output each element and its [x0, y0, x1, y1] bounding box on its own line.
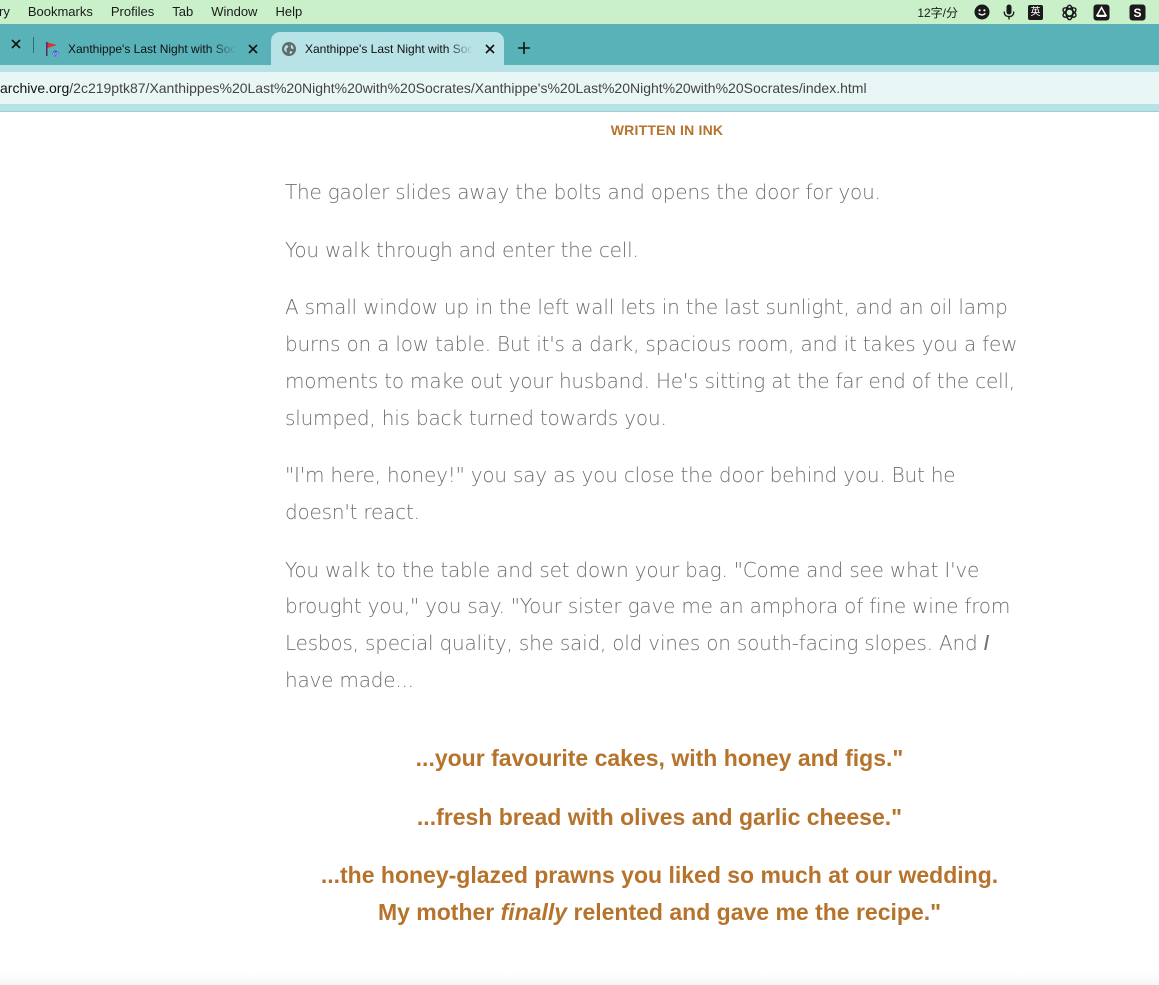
choice-line: ...the honey-glazed prawns you liked so … — [320, 862, 999, 888]
menu-window[interactable]: Window — [202, 0, 266, 24]
choice-prawns-link[interactable]: ...the honey-glazed prawns you liked so … — [285, 857, 1034, 931]
globe-icon — [281, 41, 297, 57]
choice-cakes-link[interactable]: ...your favourite cakes, with honey and … — [285, 740, 1034, 777]
itch-flag-icon: co — [44, 41, 60, 57]
tab-strip: co Xanthippe's Last Night with Socrates … — [0, 24, 1159, 65]
choice-bread-link[interactable]: ...fresh bread with olives and garlic ch… — [285, 799, 1034, 836]
tab-partial[interactable] — [0, 24, 34, 65]
menu-tab[interactable]: Tab — [163, 0, 202, 24]
page-bottom-edge — [0, 973, 1159, 985]
menu-profiles[interactable]: Profiles — [102, 0, 163, 24]
s-app-icon[interactable]: S — [1129, 4, 1146, 21]
choice-list: ...your favourite cakes, with honey and … — [285, 740, 1034, 953]
close-icon[interactable] — [9, 37, 23, 51]
story-paragraph: The gaoler slides away the bolts and ope… — [285, 180, 881, 204]
smiley-icon[interactable] — [973, 4, 990, 21]
story-paragraph: "I'm here, honey!" you say as you close … — [285, 463, 956, 524]
menu-bar: ry Bookmarks Profiles Tab Window Help 12… — [0, 0, 1159, 24]
close-icon[interactable] — [483, 42, 497, 56]
choice-emphasis: finally — [500, 899, 568, 925]
story-text-run: You walk to the table and set down your … — [285, 557, 1011, 656]
menu-bookmarks[interactable]: Bookmarks — [19, 0, 102, 24]
status-area: 12字/分 英 S — [917, 0, 1159, 24]
story-text-run: have made... — [285, 667, 414, 692]
new-tab-button[interactable] — [516, 40, 532, 56]
story-text: The gaoler slides away the bolts and ope… — [285, 174, 1030, 719]
tab-xanthippe-2-active[interactable]: Xanthippe's Last Night with Socrates — [271, 32, 504, 65]
openai-icon[interactable] — [1061, 4, 1078, 21]
svg-text:S: S — [1133, 6, 1141, 20]
browser-toolbar: archive.org/2c219ptk87/Xanthippes%20Last… — [0, 65, 1159, 112]
choice-line: My mother — [377, 899, 501, 925]
drive-icon[interactable] — [1093, 4, 1110, 21]
address-bar[interactable]: archive.org/2c219ptk87/Xanthippes%20Last… — [0, 72, 1159, 104]
tab-xanthippe-1[interactable]: co Xanthippe's Last Night with Socrates — [34, 32, 266, 65]
url-path: /2c219ptk87/Xanthippes%20Last%20Night%20… — [69, 80, 867, 96]
input-method-icon[interactable]: 英 — [1027, 4, 1044, 21]
url-host: archive.org — [0, 80, 70, 96]
story-emphasis: I — [983, 631, 990, 656]
menu-help[interactable]: Help — [266, 0, 311, 24]
tab-title: Xanthippe's Last Night with Socrates — [68, 41, 236, 56]
choice-line: relented and gave me the recipe." — [567, 899, 942, 925]
story-paragraph: You walk through and enter the cell. — [285, 237, 639, 262]
page-heading: WRITTEN IN INK — [610, 122, 724, 138]
story-paragraph: You walk to the table and set down your … — [285, 552, 1030, 699]
svg-text:co: co — [53, 51, 59, 57]
story-paragraph: A small window up in the left wall lets … — [285, 295, 1018, 430]
menu-history[interactable]: ry — [0, 0, 19, 24]
microphone-icon[interactable] — [1000, 4, 1017, 21]
story-page: WRITTEN IN INK The gaoler slides away th… — [0, 112, 1159, 985]
tab-title: Xanthippe's Last Night with Socrates — [305, 41, 473, 56]
close-icon[interactable] — [246, 42, 260, 56]
typing-speed-indicator[interactable]: 12字/分 — [917, 4, 958, 21]
app-menus: ry Bookmarks Profiles Tab Window Help — [0, 0, 311, 24]
